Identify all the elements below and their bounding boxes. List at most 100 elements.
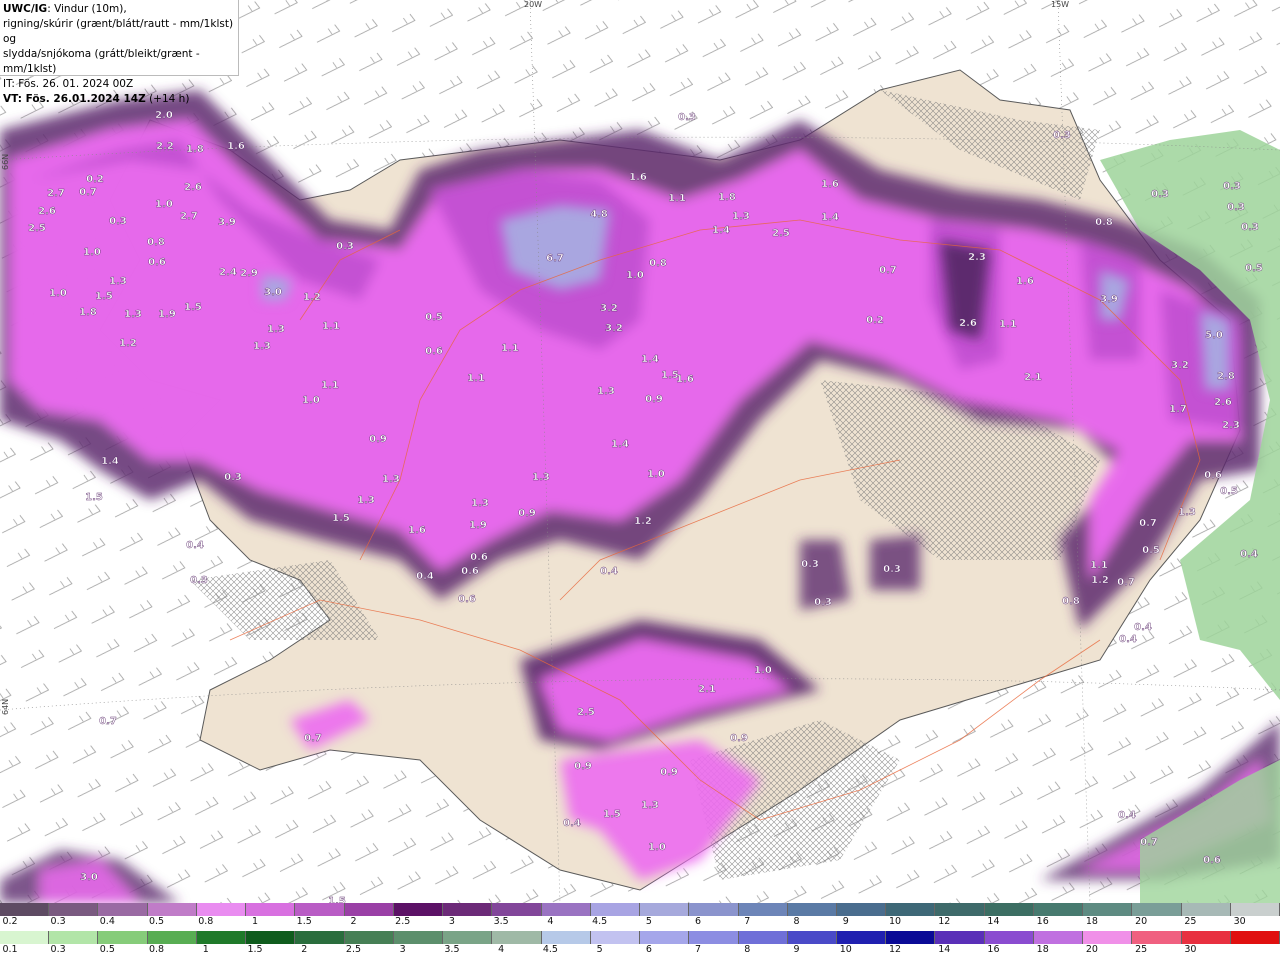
precip-value: 0.5 — [1142, 545, 1160, 556]
valid-time: VT: Fös. 26.01.2024 14Z — [3, 93, 146, 105]
precip-value: 1.3 — [471, 498, 489, 509]
rain-swatch — [689, 931, 739, 944]
snow-swatch — [836, 903, 887, 916]
precip-value: 0.3 — [336, 241, 354, 252]
rain-swatch — [886, 931, 936, 944]
snow-tick-label: 25 — [1184, 916, 1197, 927]
precip-value: 2.0 — [155, 110, 173, 121]
precip-value: 0.4 — [1240, 549, 1258, 560]
precip-value: 1.4 — [641, 354, 659, 365]
precip-value: 0.4 — [1118, 810, 1136, 821]
precip-value: 1.8 — [186, 144, 204, 155]
precip-value: 0.6 — [1204, 470, 1222, 481]
precip-value: 0.3 — [1223, 181, 1241, 192]
precip-value: 1.3 — [267, 324, 285, 335]
precip-value: 3.0 — [80, 872, 98, 883]
precip-value: 1.1 — [999, 319, 1017, 330]
precip-value: 1.6 — [676, 374, 694, 385]
precip-value: 0.7 — [1140, 837, 1158, 848]
rain-swatch — [541, 931, 591, 944]
precip-value: 0.9 — [369, 434, 387, 445]
snow-tick-label: 14 — [987, 916, 1000, 927]
precip-value: 0.3 — [1151, 189, 1169, 200]
snow-tick-label: 2 — [350, 916, 357, 927]
precip-value: 0.3 — [109, 216, 127, 227]
precip-value: 0.4 — [186, 540, 204, 551]
lon-label-20w: 20W — [524, 0, 543, 9]
precip-value: 0.2 — [866, 315, 884, 326]
snow-tick-label: 0.4 — [99, 916, 115, 927]
precip-value: 1.1 — [322, 321, 340, 332]
precip-value: 0.6 — [470, 552, 488, 563]
rain-swatch — [295, 931, 345, 944]
snow-swatch — [344, 903, 394, 916]
snow-swatch — [689, 903, 739, 916]
rain-tick-label: 12 — [888, 944, 902, 955]
colorbar-rain: 0.1 0.3 0.5 0.8 1 1.5 2 2.5 3 3.5 4 4.5 5 6 7 8 9 10 12 14 1… — [0, 931, 1280, 958]
snow-tick-label: 9 — [842, 916, 849, 927]
snow-tick-label: 2.5 — [395, 916, 411, 927]
snow-tick-label: 12 — [938, 916, 951, 927]
rain-swatch — [1181, 931, 1231, 944]
precip-value: 0.9 — [730, 733, 748, 744]
rain-swatch — [196, 931, 247, 944]
colorbar-snow: 0.2 0.3 0.4 0.5 0.8 1 1.5 2 2.5 3 3.5 4 4.5 5 6 7 8 9 10 12… — [0, 903, 1280, 930]
precip-value: 2.9 — [240, 268, 258, 279]
precip-value: 1.3 — [124, 309, 142, 320]
rain-tick-label: 2.5 — [345, 944, 362, 955]
snow-swatch — [935, 903, 985, 916]
rain-tick-label: 10 — [839, 944, 852, 955]
precip-value: 0.4 — [1134, 622, 1152, 633]
precip-value: 0.4 — [563, 818, 581, 829]
rain-tick-label: 4 — [498, 944, 505, 955]
precip-value: 1.3 — [382, 474, 400, 485]
precip-value: 1.6 — [227, 141, 245, 152]
precip-value: 1.5 — [85, 492, 103, 503]
rain-tick-label: 25 — [1135, 944, 1148, 955]
snow-swatch — [1083, 903, 1133, 916]
rain-tick-label: 0.8 — [148, 944, 165, 955]
precip-value: 2.6 — [38, 206, 56, 217]
precip-value: 2.1 — [698, 684, 716, 695]
precip-value: 1.5 — [184, 302, 202, 313]
snow-swatch — [984, 903, 1034, 916]
precip-value: 2.4 — [219, 267, 237, 278]
precip-value: 1.6 — [408, 525, 426, 536]
precip-value: 1.6 — [1016, 276, 1034, 287]
lon-label-15w: 15W — [1051, 0, 1070, 9]
snow-swatch — [492, 903, 542, 916]
forecast-hour: (+14 h) — [145, 93, 190, 105]
precip-value: 1.5 — [332, 513, 350, 524]
map-subtitle-rain: rigning/skúrir (grænt/blátt/rautt - mm/1… — [3, 18, 234, 45]
precip-value: 2.5 — [772, 228, 790, 239]
precip-value: 1.2 — [119, 338, 137, 349]
rain-tick-label: 4.5 — [542, 944, 558, 955]
rain-swatch — [344, 931, 394, 944]
precip-value: 2.3 — [1222, 420, 1240, 431]
precip-value: 1.3 — [109, 276, 127, 287]
snow-swatch — [1033, 903, 1084, 916]
precip-value: 0.9 — [518, 508, 536, 519]
precip-value: 0.9 — [645, 394, 663, 405]
rain-swatch — [787, 931, 837, 944]
precip-value: 1.1 — [467, 373, 485, 384]
rain-tick-label: 0.5 — [99, 944, 115, 955]
precip-value: 1.3 — [253, 341, 271, 352]
snow-swatch — [49, 903, 99, 916]
map-info-panel: UWC/IG: Vindur (10m), rigning/skúrir (gr… — [0, 0, 239, 105]
map-subtitle-snow: slydda/snjókoma (grátt/bleikt/grænt - mm… — [3, 48, 200, 75]
rain-tick-label: 30 — [1184, 944, 1197, 955]
precip-value: 2.5 — [577, 707, 595, 718]
precip-value: 1.5 — [603, 809, 621, 820]
precip-value: 0.6 — [425, 346, 443, 357]
model-name: UWC/IG — [3, 3, 48, 15]
snow-tick-label: 18 — [1085, 916, 1098, 927]
precip-value: 3.2 — [605, 323, 623, 334]
precip-value: 0.8 — [147, 237, 165, 248]
precip-value: 1.2 — [1091, 575, 1109, 586]
rain-swatch — [443, 931, 493, 944]
precip-value: 2.2 — [156, 141, 174, 152]
precip-value: 3.0 — [264, 287, 282, 298]
rain-tick-label: 14 — [938, 944, 951, 955]
rain-swatch — [98, 931, 148, 944]
